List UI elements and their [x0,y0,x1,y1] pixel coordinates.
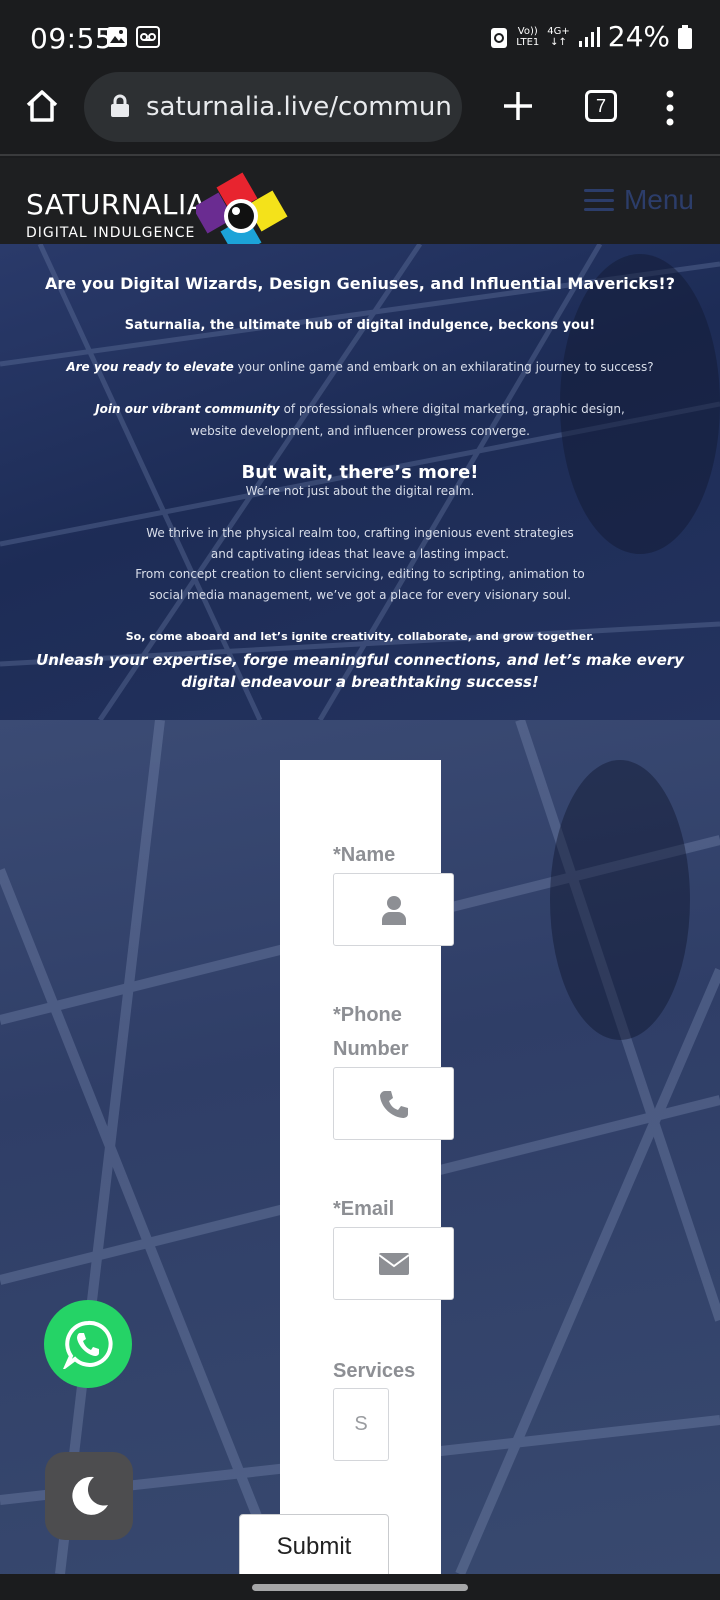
hamburger-icon [583,189,614,211]
network-type-indicator: 4G+ ↓↑ [547,25,570,48]
menu-label: Menu [623,184,694,215]
site-logo[interactable]: SATURNALIA DIGITAL INDULGENCE [26,188,206,241]
hero-line-12: Unleash your expertise, forge meaningful… [36,651,684,669]
envelope-icon [377,1252,410,1275]
signal-icon [578,26,600,47]
more-options-icon[interactable] [660,88,680,128]
menu-button[interactable]: Menu [583,184,694,216]
hero-line-5: website development, and influencer prow… [189,424,530,438]
logo-title: SATURNALIA [26,188,207,221]
email-field[interactable] [333,1227,454,1300]
hero-line-9: From concept creation to client servicin… [135,567,585,581]
hero-line-4: Join our vibrant community of profession… [95,402,625,416]
logo-subtitle: DIGITAL INDULGENCE [26,225,196,241]
hero-line-10: social media management, we’ve got a pla… [149,588,571,602]
phone-label: *Phone Number [333,1004,409,1060]
hero-line-11: So, come aboard and let’s ignite creativ… [125,630,595,643]
url-text: saturnalia.live/commun [146,92,452,122]
volte-indicator: Vo)) LTE1 [516,25,540,48]
hero-line-1: Are you Digital Wizards, Design Geniuses… [44,274,676,293]
system-navigation-bar [0,1574,720,1600]
hero-line-7: We thrive in the physical realm too, cra… [146,526,574,540]
hero-section: Are you Digital Wizards, Design Geniuses… [0,244,720,720]
tab-switcher-button[interactable]: 7 [585,90,617,122]
status-bar: 09:55 Vo)) LTE1 4G+ ↓↑ 24% [0,0,720,76]
submit-button[interactable]: Submit [239,1514,389,1580]
battery-icon [678,24,692,49]
hero-line-8: and captivating ideas that leave a lasti… [210,547,510,561]
hero-heading: But wait, there’s more! [241,462,479,483]
new-tab-icon[interactable] [500,88,536,124]
name-label: *Name [333,844,396,866]
moon-icon [72,1476,108,1515]
gesture-handle[interactable] [252,1584,468,1591]
user-icon [381,895,406,925]
hero-line-2: Saturnalia, the ultimate hub of digital … [124,318,596,333]
site-header: SATURNALIA DIGITAL INDULGENCE Menu [0,158,720,244]
lock-icon [111,94,129,117]
hero-line-3: Are you ready to elevate your online gam… [66,360,654,374]
name-field[interactable] [333,873,454,946]
battery-percent: 24% [607,20,670,53]
browser-toolbar: saturnalia.live/commun 7 [0,72,720,156]
whatsapp-button[interactable] [44,1300,132,1388]
hero-line-6: We’re not just about the digital realm. [245,484,475,498]
phone-icon [379,1090,408,1118]
status-time: 09:55 [30,22,114,55]
dark-mode-toggle[interactable] [45,1452,133,1540]
logo-camera-mark-icon [196,172,288,244]
hero-line-13: digital endeavour a breathtaking success… [181,673,539,691]
services-label: Services [333,1360,416,1382]
home-icon[interactable] [24,88,60,124]
whatsapp-icon [63,1320,113,1369]
email-label: *Email [333,1198,395,1220]
voicemail-notification-icon [136,26,160,48]
phone-field[interactable] [333,1067,454,1140]
data-saver-icon [491,27,508,48]
gallery-notification-icon [107,27,127,47]
address-bar[interactable]: saturnalia.live/commun [84,72,462,142]
services-select[interactable]: S [333,1388,389,1461]
